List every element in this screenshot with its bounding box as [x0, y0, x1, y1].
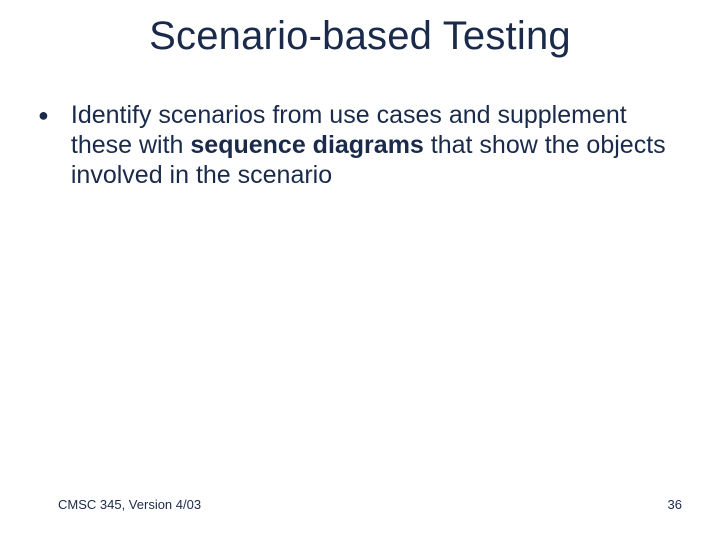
bullet-text-bold: sequence diagrams — [190, 131, 423, 159]
slide: Scenario-based Testing ● Identify scenar… — [0, 0, 720, 540]
bullet-text: Identify scenarios from use cases and su… — [71, 100, 670, 190]
slide-title: Scenario-based Testing — [0, 14, 720, 59]
bullet-item: ● Identify scenarios from use cases and … — [38, 100, 670, 190]
footer-version: CMSC 345, Version 4/03 — [58, 497, 201, 512]
slide-body: ● Identify scenarios from use cases and … — [38, 100, 670, 190]
bullet-dot-icon: ● — [38, 100, 49, 130]
footer-page-number: 36 — [668, 497, 682, 512]
